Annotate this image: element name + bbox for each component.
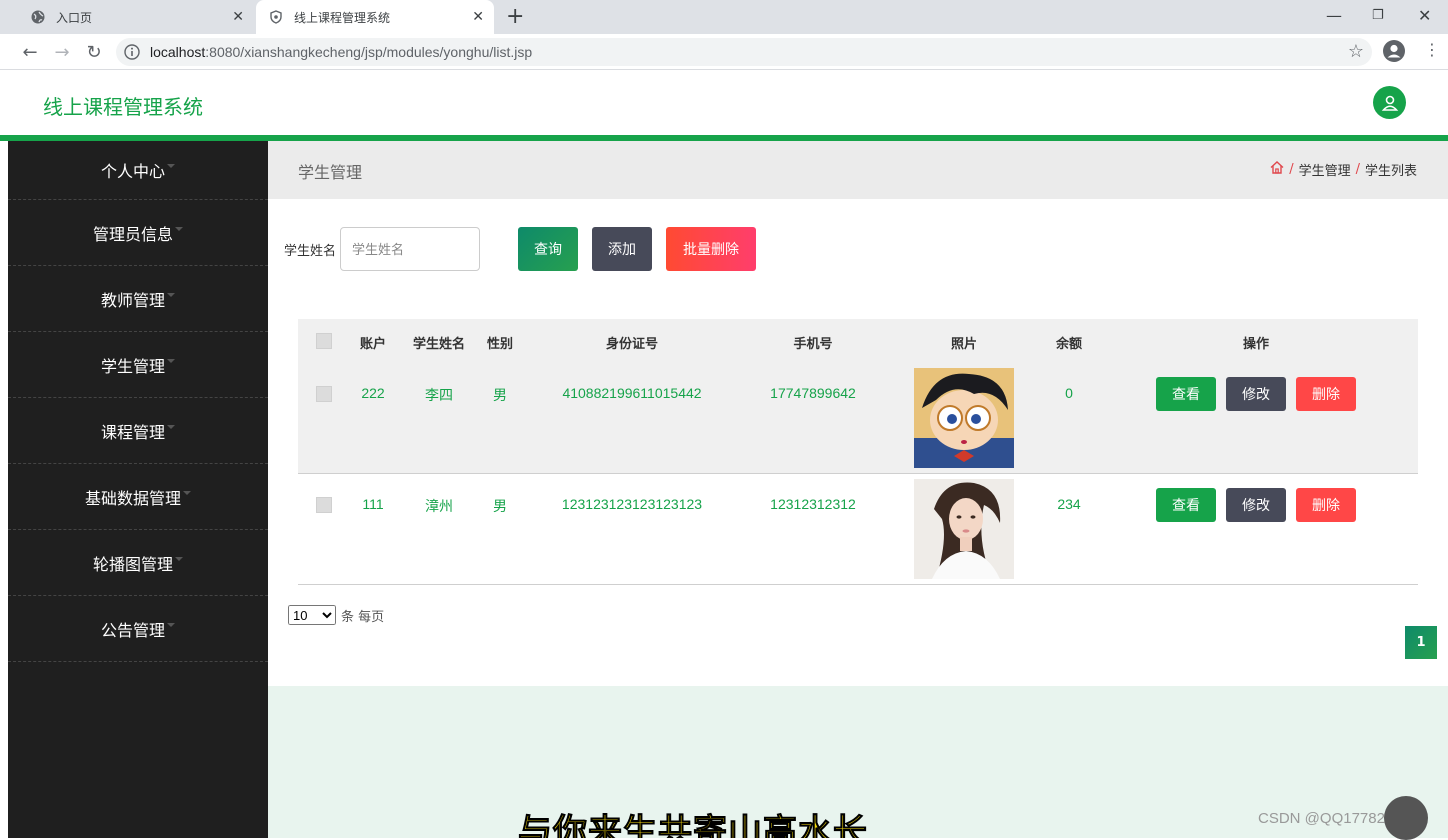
table-row: 111 漳州 男 123123123123123123 12312312312 … (298, 474, 1418, 585)
row-checkbox[interactable] (316, 386, 332, 402)
delete-button[interactable]: 删除 (1296, 377, 1356, 411)
sidebar-item-admin-info[interactable]: 管理员信息 (8, 200, 268, 266)
caret-down-icon (175, 556, 183, 561)
close-tab-icon[interactable]: ✕ (472, 9, 484, 25)
caret-down-icon (167, 424, 175, 429)
shield-icon (268, 9, 284, 25)
select-all-checkbox[interactable] (316, 333, 332, 349)
url-field[interactable]: localhost:8080/xianshangkecheng/jsp/modu… (116, 38, 1372, 66)
cell-phone: 17747899642 (770, 385, 856, 401)
cell-balance: 0 (1065, 385, 1073, 401)
video-subtitle: 与你来生共寄山高水长 (518, 812, 868, 839)
add-button[interactable]: 添加 (592, 227, 652, 271)
edit-button[interactable]: 修改 (1226, 488, 1286, 522)
tab-title: 入口页 (56, 10, 93, 25)
home-icon[interactable] (1270, 161, 1284, 178)
student-table: 账户 学生姓名 性别 身份证号 手机号 照片 余额 操作 222 李四 男 41… (298, 319, 1418, 585)
cell-id-card: 410882199611015442 (562, 385, 702, 401)
restore-icon[interactable]: ❐ (1372, 8, 1384, 23)
profile-icon[interactable] (1383, 40, 1405, 66)
back-icon[interactable]: ← (18, 40, 42, 64)
address-bar: ← → ↻ localhost:8080/xianshangkecheng/js… (0, 34, 1448, 70)
view-button[interactable]: 查看 (1156, 377, 1216, 411)
header-student-name: 学生姓名 (412, 337, 465, 352)
app-title: 线上课程管理系统 (43, 95, 203, 119)
page-number-button[interactable]: 1 (1405, 626, 1437, 659)
app-header: 线上课程管理系统 (0, 71, 1448, 135)
browser-tab-bar: 入口页 ✕ 线上课程管理系统 ✕ + — ❐ ✕ (0, 0, 1448, 34)
sidebar-item-teacher-management[interactable]: 教师管理 (8, 266, 268, 332)
cell-id-card: 123123123123123123 (561, 496, 703, 512)
search-form: 学生姓名 (284, 227, 481, 271)
user-avatar-icon[interactable] (1373, 86, 1406, 119)
breadcrumb-item-current: 学生列表 (1364, 164, 1417, 179)
breadcrumb-bar: 学生管理 / 学生管理 / 学生列表 (268, 141, 1448, 199)
header-account: 账户 (359, 337, 386, 352)
student-photo-cartoon (914, 368, 1014, 468)
header-gender: 性别 (486, 337, 513, 352)
sidebar-item-announcements[interactable]: 公告管理 (8, 596, 268, 662)
minimize-icon[interactable]: — (1326, 6, 1342, 25)
close-tab-icon[interactable]: ✕ (232, 9, 244, 25)
caret-down-icon (167, 358, 175, 363)
caret-down-icon (175, 226, 183, 231)
sidebar-item-personal-center[interactable]: 个人中心 (8, 141, 268, 200)
caret-down-icon (167, 292, 175, 297)
header-photo: 照片 (950, 337, 977, 352)
query-button[interactable]: 查询 (518, 227, 578, 271)
caret-down-icon (167, 622, 175, 627)
breadcrumb-item[interactable]: 学生管理 (1299, 160, 1351, 179)
floating-button[interactable] (1384, 796, 1428, 840)
header-balance: 余额 (1055, 337, 1082, 352)
menu-kebab-icon[interactable]: ⋮ (1424, 42, 1440, 58)
view-button[interactable]: 查看 (1156, 488, 1216, 522)
page-size-control: 10 条 每页 (288, 605, 384, 625)
cell-balance: 234 (1057, 496, 1081, 512)
cell-account: 222 (361, 385, 385, 401)
page-size-select[interactable]: 10 (288, 605, 336, 625)
cell-phone: 12312312312 (770, 496, 856, 512)
new-tab-icon[interactable]: + (506, 4, 524, 29)
search-label: 学生姓名 (284, 243, 337, 259)
url-text: localhost:8080/xianshangkecheng/jsp/modu… (150, 44, 533, 60)
breadcrumb: / 学生管理 / 学生列表 (1270, 160, 1417, 179)
cell-student-name: 李四 (425, 387, 453, 403)
site-info-icon[interactable] (124, 44, 140, 64)
sidebar-item-course-management[interactable]: 课程管理 (8, 398, 268, 464)
page-size-unit: 条 每页 (341, 609, 385, 625)
sidebar-item-basic-data[interactable]: 基础数据管理 (8, 464, 268, 530)
sidebar: 个人中心 管理员信息 教师管理 学生管理 课程管理 基础数据管理 轮播图管理 公… (8, 141, 268, 838)
delete-button[interactable]: 删除 (1296, 488, 1356, 522)
bookmark-star-icon[interactable]: ☆ (1348, 41, 1364, 62)
edit-button[interactable]: 修改 (1226, 377, 1286, 411)
globe-icon (30, 9, 46, 25)
page-title: 学生管理 (298, 163, 363, 182)
sidebar-item-student-management[interactable]: 学生管理 (8, 332, 268, 398)
close-window-icon[interactable]: ✕ (1418, 6, 1431, 25)
header-id-card: 身份证号 (605, 337, 658, 352)
batch-delete-button[interactable]: 批量删除 (666, 227, 756, 271)
student-photo-portrait (914, 479, 1014, 579)
caret-down-icon (167, 164, 175, 168)
student-name-search-input[interactable] (340, 227, 481, 271)
main-content: 学生管理 / 学生管理 / 学生列表 学生姓名 查询 添加 批量删除 账户 学生… (268, 141, 1448, 838)
reload-icon[interactable]: ↻ (82, 40, 106, 64)
table-header: 账户 学生姓名 性别 身份证号 手机号 照片 余额 操作 (298, 319, 1418, 363)
cell-student-name: 漳州 (425, 498, 453, 514)
cell-gender: 男 (493, 387, 507, 403)
browser-tab-entry[interactable]: 入口页 ✕ (18, 0, 254, 34)
cell-gender: 男 (493, 498, 507, 514)
header-actions: 操作 (1242, 337, 1269, 352)
table-row: 222 李四 男 410882199611015442 17747899642 (298, 363, 1418, 474)
header-phone: 手机号 (793, 337, 833, 352)
forward-icon[interactable]: → (50, 40, 74, 64)
caret-down-icon (183, 490, 191, 495)
row-checkbox[interactable] (316, 497, 332, 513)
tab-title: 线上课程管理系统 (294, 10, 391, 25)
cell-account: 111 (362, 496, 384, 512)
browser-tab-active[interactable]: 线上课程管理系统 ✕ (256, 0, 494, 34)
sidebar-item-carousel[interactable]: 轮播图管理 (8, 530, 268, 596)
